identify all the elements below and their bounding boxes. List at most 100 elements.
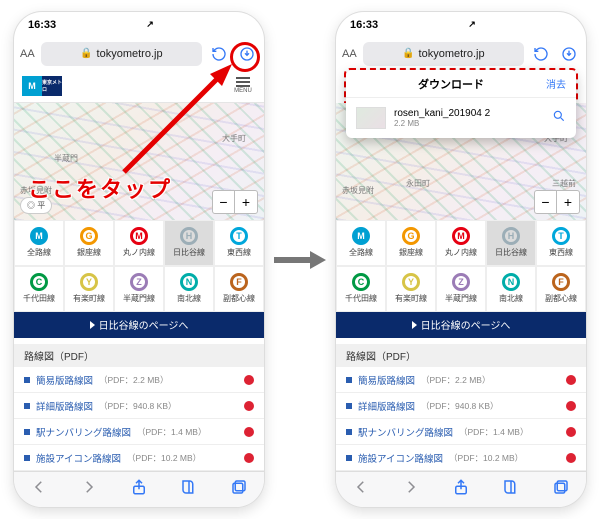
map-chip[interactable]: ◎ 平	[20, 197, 52, 214]
line-icon: M	[30, 227, 48, 245]
station-label: 半蔵門	[54, 153, 78, 164]
status-time: 16:33	[28, 19, 56, 31]
reader-button[interactable]: AA	[342, 48, 357, 60]
downloads-button[interactable]	[236, 43, 258, 65]
share-button[interactable]	[130, 478, 148, 501]
back-button[interactable]	[30, 478, 48, 501]
line-cell-Y[interactable]: Y有楽町線	[386, 266, 436, 312]
url-field[interactable]: 🔒 tokyometro.jp	[363, 42, 524, 66]
line-label: 副都心線	[223, 293, 255, 304]
pdf-download-icon[interactable]	[244, 453, 254, 463]
downloads-clear-button[interactable]: 消去	[546, 76, 566, 91]
pdf-download-icon[interactable]	[244, 427, 254, 437]
download-item[interactable]: rosen_kani_201904 2 2.2 MB	[346, 98, 576, 138]
bookmarks-button[interactable]	[180, 478, 198, 501]
line-cell-Y[interactable]: Y有楽町線	[64, 266, 114, 312]
zoom-in-button[interactable]: +	[235, 191, 257, 213]
pdf-download-icon[interactable]	[566, 375, 576, 385]
phone-left: 16:33 ↗ AA 🔒 tokyometro.jp	[14, 12, 264, 507]
line-icon: H	[180, 227, 198, 245]
line-cell-Z[interactable]: Z 半蔵門線	[114, 266, 164, 312]
reveal-icon[interactable]	[552, 109, 566, 128]
line-icon: F	[230, 273, 248, 291]
line-cell-M[interactable]: M丸ノ内線	[114, 220, 164, 266]
pdf-download-icon[interactable]	[566, 401, 576, 411]
address-bar: AA 🔒 tokyometro.jp	[336, 38, 586, 70]
line-label: 丸ノ内線	[445, 247, 477, 258]
site-header: M東京メトロ MENU	[14, 69, 264, 103]
pdf-row[interactable]: 簡易版路線図（PDF：2.2 MB）	[336, 367, 586, 393]
tabs-button[interactable]	[230, 478, 248, 501]
site-logo[interactable]: M東京メトロ	[22, 76, 62, 96]
line-label: 銀座線	[77, 247, 101, 258]
line-grid: M全路線G銀座線M丸ノ内線H日比谷線T東西線 C千代田線Y有楽町線Z半蔵門線N南北…	[336, 220, 586, 312]
zoom-out-button[interactable]: −	[213, 191, 235, 213]
zoom-control: − +	[534, 190, 580, 214]
line-cell-G[interactable]: G 銀座線	[64, 220, 114, 266]
line-icon: H	[502, 227, 520, 245]
line-cell-F[interactable]: F副都心線	[536, 266, 586, 312]
url-field[interactable]: 🔒 tokyometro.jp	[41, 42, 202, 66]
back-button[interactable]	[352, 478, 370, 501]
line-cell-Z[interactable]: Z半蔵門線	[436, 266, 486, 312]
line-cell-F[interactable]: F 副都心線	[214, 266, 264, 312]
tabs-button[interactable]	[552, 478, 570, 501]
downloads-button[interactable]	[558, 43, 580, 65]
forward-button[interactable]	[402, 478, 420, 501]
reader-button[interactable]: AA	[20, 48, 35, 60]
line-cell-C[interactable]: C千代田線	[14, 266, 64, 312]
line-icon: G	[80, 227, 98, 245]
status-bar: 16:33 ↗	[14, 12, 264, 38]
lock-icon: 🔒	[402, 48, 414, 59]
share-button[interactable]	[452, 478, 470, 501]
lock-icon: 🔒	[80, 48, 92, 59]
pdf-download-icon[interactable]	[244, 375, 254, 385]
pdf-row[interactable]: 詳細版路線図（PDF：940.8 KB）	[14, 393, 264, 419]
line-cell-H[interactable]: H日比谷線	[164, 220, 214, 266]
line-label: 副都心線	[545, 293, 577, 304]
reload-button[interactable]	[208, 43, 230, 65]
line-cell-M[interactable]: M丸ノ内線	[436, 220, 486, 266]
line-cell-T[interactable]: T東西線	[536, 220, 586, 266]
line-cta[interactable]: 日比谷線のページへ	[14, 312, 264, 338]
pdf-info: （PDF：1.4 MB）	[459, 426, 528, 438]
line-cell-G[interactable]: G銀座線	[386, 220, 436, 266]
line-icon: Z	[130, 273, 148, 291]
pdf-row[interactable]: 詳細版路線図（PDF：940.8 KB）	[336, 393, 586, 419]
line-cell-M[interactable]: M全路線	[14, 220, 64, 266]
bookmarks-button[interactable]	[502, 478, 520, 501]
pdf-info: （PDF：940.8 KB）	[99, 400, 176, 412]
pdf-download-icon[interactable]	[566, 427, 576, 437]
route-map[interactable]: 大手町 半蔵門 赤坂見附 ◎ 平 − +	[14, 103, 264, 220]
line-cell-T[interactable]: T東西線	[214, 220, 264, 266]
line-cell-H[interactable]: H日比谷線	[486, 220, 536, 266]
menu-button[interactable]: MENU	[230, 73, 256, 99]
zoom-out-button[interactable]: −	[535, 191, 557, 213]
line-cell-N[interactable]: N南北線	[164, 266, 214, 312]
station-label: 大手町	[222, 133, 246, 144]
line-cell-N[interactable]: N南北線	[486, 266, 536, 312]
pdf-row[interactable]: 駅ナンバリング路線図（PDF：1.4 MB）	[336, 419, 586, 445]
bullet-icon	[346, 429, 352, 435]
pdf-download-icon[interactable]	[244, 401, 254, 411]
pdf-info: （PDF：940.8 KB）	[421, 400, 498, 412]
line-icon: G	[402, 227, 420, 245]
pdf-row[interactable]: 駅ナンバリング路線図（PDF：1.4 MB）	[14, 419, 264, 445]
section-header: 路線図（PDF）	[14, 344, 264, 368]
status-time: 16:33	[350, 19, 378, 31]
line-label: 半蔵門線	[123, 293, 155, 304]
pdf-list: 簡易版路線図（PDF：2.2 MB）詳細版路線図（PDF：940.8 KB）駅ナ…	[14, 367, 264, 471]
line-cell-M[interactable]: M全路線	[336, 220, 386, 266]
forward-button[interactable]	[80, 478, 98, 501]
pdf-download-icon[interactable]	[566, 453, 576, 463]
zoom-in-button[interactable]: +	[557, 191, 579, 213]
pdf-row[interactable]: 簡易版路線図（PDF：2.2 MB）	[14, 367, 264, 393]
cta-label: 日比谷線のページへ	[421, 317, 511, 332]
pdf-row[interactable]: 施設アイコン路線図（PDF：10.2 MB）	[336, 445, 586, 471]
station-label: 永田町	[406, 178, 430, 189]
reload-button[interactable]	[530, 43, 552, 65]
bullet-icon	[24, 377, 30, 383]
line-cell-C[interactable]: C千代田線	[336, 266, 386, 312]
pdf-row[interactable]: 施設アイコン路線図（PDF：10.2 MB）	[14, 445, 264, 471]
line-cta[interactable]: 日比谷線のページへ	[336, 312, 586, 338]
